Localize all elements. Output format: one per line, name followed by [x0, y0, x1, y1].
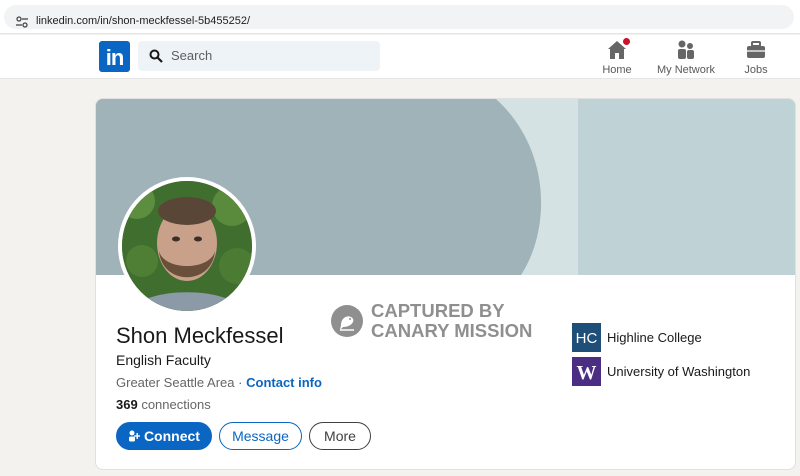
contact-info-link[interactable]: Contact info	[246, 375, 322, 390]
message-button[interactable]: Message	[219, 422, 302, 450]
canary-bird-icon	[331, 305, 363, 337]
profile-card: Shon Meckfessel English Faculty Greater …	[95, 98, 796, 470]
profile-headline: English Faculty	[116, 352, 211, 368]
connections-label: connections	[141, 397, 211, 412]
nav-item-label: My Network	[656, 64, 716, 76]
watermark-line-2: CANARY MISSION	[371, 320, 533, 341]
top-navigation: in Search Home My Network Jobs	[0, 35, 800, 79]
profile-location: Greater Seattle Area	[116, 375, 235, 390]
search-icon	[149, 49, 163, 63]
linkedin-logo[interactable]: in	[99, 41, 130, 72]
site-settings-icon[interactable]	[15, 15, 29, 29]
highline-logo-text: HC	[576, 330, 598, 347]
canary-mission-watermark: CAPTURED BY CANARY MISSION	[331, 301, 551, 345]
more-button[interactable]: More	[309, 422, 371, 450]
profile-photo-image	[122, 181, 252, 311]
search-box[interactable]: Search	[138, 41, 380, 71]
home-icon	[606, 36, 632, 61]
school-name: University of Washington	[607, 364, 751, 379]
profile-photo[interactable]	[118, 177, 256, 315]
address-field[interactable]: linkedin.com/in/shon-meckfessel-5b455252…	[4, 5, 794, 29]
profile-name: Shon Meckfessel	[116, 323, 284, 348]
browser-url-bar: linkedin.com/in/shon-meckfessel-5b455252…	[0, 0, 800, 34]
watermark-line-1: CAPTURED BY	[371, 300, 505, 321]
connections-number: 369	[116, 397, 138, 412]
search-input[interactable]: Search	[171, 48, 212, 63]
url-text[interactable]: linkedin.com/in/shon-meckfessel-5b455252…	[36, 15, 250, 27]
connect-label: Connect	[143, 428, 200, 444]
add-person-icon	[129, 430, 141, 442]
watermark-text: CAPTURED BY CANARY MISSION	[371, 301, 532, 341]
connections-count[interactable]: 369 connections	[116, 397, 211, 412]
school-name: Highline College	[607, 330, 702, 345]
nav-item-home[interactable]: Home	[582, 36, 652, 76]
connect-button[interactable]: Connect	[116, 422, 212, 450]
highline-college-logo: HC	[572, 323, 601, 352]
network-icon	[675, 39, 697, 61]
nav-item-label: Jobs	[744, 64, 768, 76]
uw-logo: W	[572, 357, 601, 386]
nav-item-label: Home	[602, 64, 632, 76]
uw-logo-text: W	[577, 362, 597, 384]
nav-item-jobs[interactable]: Jobs	[721, 39, 791, 76]
notification-badge	[621, 36, 632, 47]
location-separator: ·	[238, 375, 243, 390]
nav-item-my-network[interactable]: My Network	[651, 39, 721, 76]
briefcase-icon	[745, 39, 767, 61]
location-row: Greater Seattle Area · Contact info	[116, 375, 322, 390]
